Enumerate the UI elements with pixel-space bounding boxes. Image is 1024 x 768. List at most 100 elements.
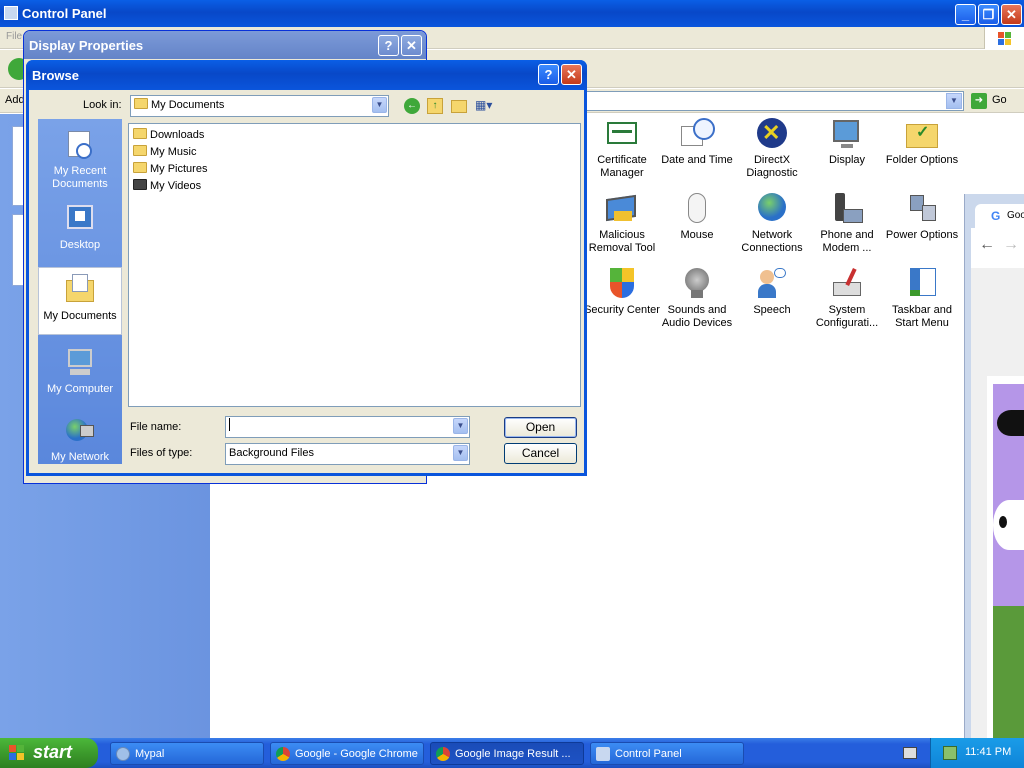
cp-item-mouse[interactable]: Mouse	[658, 193, 736, 242]
look-in-dropdown-icon[interactable]: ▼	[372, 97, 387, 113]
browse-title: Browse	[32, 68, 79, 83]
file-item[interactable]: My Pictures	[133, 162, 207, 178]
menu-file[interactable]: File	[6, 31, 22, 42]
pictures-folder-icon	[133, 162, 147, 173]
network-tray-icon[interactable]	[943, 746, 957, 760]
keyboard-icon[interactable]	[903, 747, 917, 759]
file-item[interactable]: My Videos	[133, 179, 201, 195]
my-network-icon	[64, 415, 96, 447]
look-in-select[interactable]: My Documents ▼	[130, 95, 389, 117]
cp-item-taskbar-start-menu[interactable]: Taskbar and Start Menu	[883, 268, 961, 330]
files-of-type-dropdown-icon[interactable]: ▼	[453, 445, 468, 461]
go-arrow-icon[interactable]: ➜	[971, 93, 987, 109]
image-result-picture	[987, 376, 1024, 738]
cp-item-speech[interactable]: Speech	[733, 268, 811, 317]
speaker-icon	[679, 268, 715, 300]
minimize-button[interactable]: _	[955, 4, 976, 25]
place-desktop[interactable]: Desktop	[38, 203, 122, 252]
folder-options-icon: ✓	[904, 118, 940, 150]
speech-icon	[754, 268, 790, 300]
control-panel-title-icon	[4, 6, 18, 20]
music-folder-icon	[133, 145, 147, 156]
start-button[interactable]: start	[0, 738, 98, 768]
cancel-button[interactable]: Cancel	[504, 443, 577, 464]
display-properties-title: Display Properties	[29, 38, 144, 53]
new-folder-icon[interactable]	[451, 100, 467, 113]
network-globe-icon	[754, 193, 790, 225]
place-my-documents[interactable]: My Documents	[38, 267, 122, 335]
maximize-button[interactable]: ❐	[978, 4, 999, 25]
place-my-network[interactable]: My Network	[38, 415, 122, 464]
address-dropdown-icon[interactable]: ▼	[946, 93, 962, 109]
system-config-icon	[829, 267, 865, 300]
up-folder-icon[interactable]: ↑	[427, 98, 443, 114]
mouse-icon	[679, 193, 715, 225]
file-item[interactable]: Downloads	[133, 128, 204, 144]
back-arrow-icon[interactable]: ←	[404, 98, 420, 114]
open-button[interactable]: Open	[504, 417, 577, 438]
cp-item-phone-and-modem[interactable]: Phone and Modem ...	[808, 193, 886, 255]
chrome-tab[interactable]: G Goo	[975, 204, 1024, 228]
browse-dialog: Browse ? ✕ Look in: My Documents ▼ ← ↑ ▦…	[26, 60, 587, 476]
view-menu-icon[interactable]: ▦▾	[475, 98, 497, 114]
look-in-label: Look in:	[83, 99, 122, 111]
system-tray: 11:41 PM	[930, 738, 1024, 768]
cp-item-system-configuration[interactable]: System Configurati...	[808, 267, 886, 330]
google-icon: G	[991, 209, 1001, 223]
browse-close-button[interactable]: ✕	[561, 64, 582, 85]
display-close-button[interactable]: ✕	[401, 35, 422, 56]
cp-item-network-connections[interactable]: Network Connections	[733, 193, 811, 255]
cp-item-security-center[interactable]: Security Center	[583, 268, 661, 317]
mypal-icon	[116, 747, 130, 761]
security-shield-icon	[604, 268, 640, 300]
display-help-button[interactable]: ?	[378, 35, 399, 56]
power-options-icon	[904, 193, 940, 225]
file-item[interactable]: My Music	[133, 145, 196, 161]
cp-item-power-options[interactable]: Power Options	[883, 193, 961, 242]
cp-item-sounds-and-audio[interactable]: Sounds and Audio Devices	[658, 268, 736, 330]
folder-icon	[133, 128, 147, 139]
my-documents-small-icon	[134, 98, 148, 109]
cp-item-directx-diagnostic[interactable]: ✕ DirectX Diagnostic	[733, 118, 811, 180]
file-name-dropdown-icon[interactable]: ▼	[453, 418, 468, 434]
place-my-recent-documents[interactable]: My Recent Documents	[38, 129, 122, 191]
display-icon	[829, 118, 865, 150]
browse-titlebar[interactable]: Browse ? ✕	[26, 60, 587, 90]
cp-item-display[interactable]: Display	[808, 118, 886, 167]
go-button[interactable]: Go	[992, 94, 1007, 106]
chrome-forward-icon[interactable]: →	[1003, 236, 1019, 254]
control-panel-icon	[596, 747, 610, 761]
chrome-page	[971, 268, 1024, 738]
cp-item-certificate-manager[interactable]: Certificate Manager	[583, 118, 661, 180]
clock: 11:41 PM	[965, 746, 1012, 758]
taskbar-item-image-result[interactable]: Google Image Result ...	[430, 742, 584, 765]
files-of-type-select[interactable]: Background Files ▼	[225, 443, 470, 465]
my-computer-icon	[64, 347, 96, 379]
address-label: Address	[5, 94, 23, 106]
address-input[interactable]: ▼	[580, 91, 964, 111]
chrome-window: G Goo ← →	[964, 194, 1024, 738]
taskbar-item-control-panel[interactable]: Control Panel	[590, 742, 744, 765]
places-bar: My Recent Documents Desktop My Documents…	[38, 119, 122, 464]
display-properties-titlebar[interactable]: Display Properties ? ✕	[24, 31, 426, 59]
browse-help-button[interactable]: ?	[538, 64, 559, 85]
desktop-icon	[64, 203, 96, 235]
place-my-computer[interactable]: My Computer	[38, 347, 122, 396]
chrome-icon	[436, 747, 450, 761]
cp-item-folder-options[interactable]: ✓ Folder Options	[883, 118, 961, 167]
control-panel-titlebar[interactable]: Control Panel _ ❐ ✕	[0, 0, 1024, 27]
taskbar-item-chrome[interactable]: Google - Google Chrome	[270, 742, 424, 765]
close-button[interactable]: ✕	[1001, 4, 1022, 25]
certificate-icon	[604, 118, 640, 150]
chrome-toolbar: ← →	[971, 228, 1024, 268]
file-name-input[interactable]: ▼	[225, 416, 470, 438]
file-list[interactable]: Downloads My Music My Pictures My Videos	[128, 123, 581, 407]
calendar-clock-icon	[679, 118, 715, 150]
file-name-label: File name:	[130, 421, 182, 433]
cp-item-malicious-removal-tool[interactable]: Malicious Removal Tool	[583, 193, 661, 255]
control-panel-title: Control Panel	[22, 6, 107, 21]
text-cursor	[229, 418, 230, 431]
taskbar-item-mypal[interactable]: Mypal	[110, 742, 264, 765]
chrome-back-icon[interactable]: ←	[979, 236, 995, 254]
cp-item-date-and-time[interactable]: Date and Time	[658, 118, 736, 167]
